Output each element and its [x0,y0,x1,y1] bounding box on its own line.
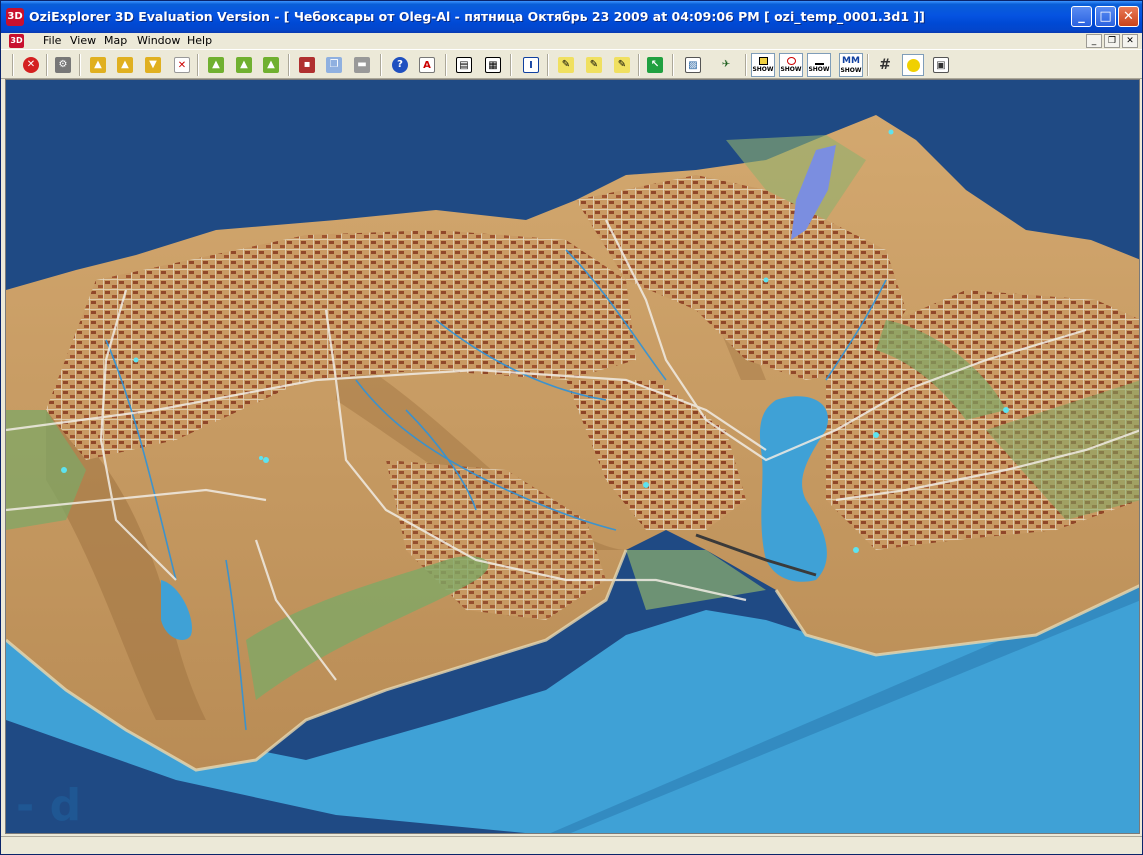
open-folder-icon: ▲ [90,57,106,73]
stop-button[interactable]: ✕ [20,54,42,76]
info-icon: I [523,57,539,73]
status-bar [1,836,1142,854]
tools-icon: ⚙ [55,57,71,73]
copy-button[interactable]: ❐ [323,54,345,76]
info-button[interactable]: I [520,54,542,76]
close-button[interactable]: ✕ [1118,6,1139,27]
menu-bar: 3D File View Map Window Help _ ❐ ✕ [1,33,1142,49]
toolbar-separator [79,54,81,76]
folder-green-icon: ▲ [236,57,252,73]
show-waypoints-label: SHOW [752,66,774,73]
mdi-minimize-button[interactable]: _ [1086,34,1102,48]
picture-icon: ▨ [685,57,701,73]
terrain-render: - d [6,115,1139,833]
help-button[interactable]: ? [389,54,411,76]
toolbar-separator [745,54,747,76]
mm-label: MM [842,56,860,66]
toolbar-separator [445,54,447,76]
folder-map-icon: ▲ [117,57,133,73]
printer-icon: ▬ [354,57,370,73]
folder-green-icon: ▲ [208,57,224,73]
minimize-button[interactable]: _ [1071,6,1092,27]
help-icon: ? [392,57,408,73]
map-3d-viewport[interactable]: - d [5,79,1140,834]
menu-map[interactable]: Map [104,34,127,47]
plane-icon: ✈ [721,59,731,70]
menu-file[interactable]: File [43,34,61,47]
pencil-icon: ✎ [614,57,630,73]
mdi-doc-icon[interactable]: 3D [9,34,24,48]
toolbar-separator [672,54,674,76]
toolbar-separator [547,54,549,76]
load-routes-button[interactable]: ▲ [260,54,282,76]
grid-button[interactable]: # [874,54,896,76]
stop-icon: ✕ [23,57,39,73]
show-waypoints-button[interactable]: SHOW [751,53,775,77]
menu-view[interactable]: View [70,34,96,47]
track-line-icon [815,57,824,65]
toolbar-separator [510,54,512,76]
toolbar: ✕ ⚙ ▲ ▲ ▼ ✕ ▲ ▲ ▲ ▪ ❐ ▬ ? A ▤ ▦ I ✎ ✎ ✎ … [1,49,1142,79]
route-tool-button[interactable]: ✎ [611,54,633,76]
toolbar-separator [867,54,869,76]
show-tracks-button[interactable]: SHOW [807,53,831,77]
load-tracks-button[interactable]: ▲ [233,54,255,76]
maximize-button[interactable]: □ [1095,6,1116,27]
text-icon: A [419,57,435,73]
delete-button[interactable]: ✕ [171,54,193,76]
tile-button[interactable]: ▦ [482,54,504,76]
toolbar-separator [197,54,199,76]
open-button[interactable]: ▲ [87,54,109,76]
photo-icon: ▣ [933,57,949,73]
open-map-button[interactable]: ▲ [114,54,136,76]
app-window: 3D OziExplorer 3D Evaluation Version - [… [0,0,1143,855]
menu-help[interactable]: Help [187,34,212,47]
show-map-markers-label: SHOW [840,67,862,74]
mdi-close-button[interactable]: ✕ [1122,34,1138,48]
load-button[interactable]: ▼ [142,54,164,76]
mdi-restore-button[interactable]: ❐ [1104,34,1120,48]
toolbar-separator [46,54,48,76]
app-3d-icon[interactable]: 3D [6,8,24,26]
show-tracks-label: SHOW [808,66,830,73]
cascade-button[interactable]: ▤ [453,54,475,76]
sun-button[interactable] [902,54,924,76]
print-button[interactable]: ▬ [351,54,373,76]
tools-button[interactable]: ⚙ [52,54,74,76]
title-bar[interactable]: 3D OziExplorer 3D Evaluation Version - [… [1,1,1142,33]
copy-icon: ❐ [326,57,342,73]
save-icon: ▪ [299,57,315,73]
pencil-icon: ✎ [586,57,602,73]
pencil-icon: ✎ [558,57,574,73]
image-button[interactable]: ▨ [682,54,704,76]
folder-load-icon: ▼ [145,57,161,73]
load-waypoints-button[interactable]: ▲ [205,54,227,76]
cascade-icon: ▤ [456,57,472,73]
show-events-button[interactable]: SHOW [779,53,803,77]
waypoint-square-icon [759,57,768,65]
window-title: OziExplorer 3D Evaluation Version - [ Че… [29,9,925,24]
delete-icon: ✕ [174,57,190,73]
grid-icon: # [879,57,891,73]
sun-icon [906,58,920,72]
event-circle-icon [787,57,796,65]
track-tool-button[interactable]: ✎ [583,54,605,76]
green-arrow-icon: ↖ [647,57,663,73]
save-button[interactable]: ▪ [296,54,318,76]
toolbar-separator [12,54,14,76]
waypoint-tool-button[interactable]: ✎ [555,54,577,76]
show-map-markers-button[interactable]: MM SHOW [839,53,863,77]
show-events-label: SHOW [780,66,802,73]
pointer-button[interactable]: ↖ [644,54,666,76]
folder-green-icon: ▲ [263,57,279,73]
about-button[interactable]: A [416,54,438,76]
menu-window[interactable]: Window [137,34,180,47]
map-watermark: - d [16,780,81,831]
fly-button[interactable]: ✈ [715,54,737,76]
toolbar-separator [380,54,382,76]
screenshot-button[interactable]: ▣ [930,54,952,76]
tile-icon: ▦ [485,57,501,73]
toolbar-separator [638,54,640,76]
toolbar-separator [288,54,290,76]
